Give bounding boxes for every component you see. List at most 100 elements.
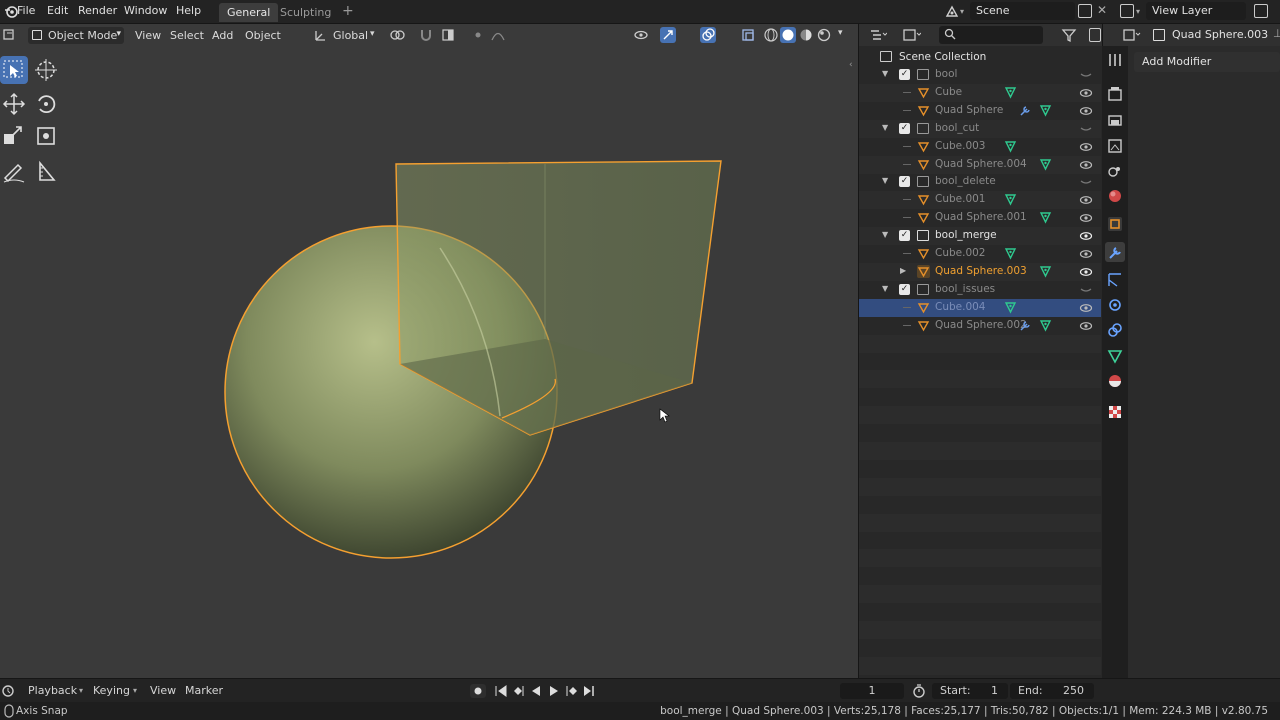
- menu-add[interactable]: Add: [207, 27, 238, 44]
- particles-tab-icon[interactable]: [1108, 273, 1121, 287]
- outliner-object-row[interactable]: Cube.004: [859, 298, 1101, 317]
- pin-icon[interactable]: ⊥: [1273, 27, 1280, 40]
- material-tab-icon[interactable]: [1109, 375, 1121, 387]
- play-icon[interactable]: [550, 686, 558, 696]
- object-mode-dropdown[interactable]: Object Mode ▾: [28, 27, 124, 44]
- snap-target-icon[interactable]: [440, 27, 456, 43]
- disclosure-open-icon[interactable]: ▼: [882, 69, 888, 78]
- menu-render[interactable]: Render: [78, 4, 117, 17]
- outliner-object-row[interactable]: ▶ Quad Sphere.003: [859, 262, 1101, 281]
- menu-window[interactable]: Window: [124, 4, 167, 17]
- tool-settings-tab-icon[interactable]: [1109, 54, 1121, 66]
- move-tool[interactable]: [0, 90, 28, 118]
- outliner-object-row[interactable]: Cube.002: [859, 245, 1101, 263]
- world-tab-icon[interactable]: [1109, 190, 1121, 202]
- mesh-data-icon[interactable]: [1039, 211, 1052, 227]
- mesh-data-icon[interactable]: [1004, 301, 1017, 317]
- menu-keying[interactable]: Keying: [93, 684, 130, 697]
- transform-tool[interactable]: [32, 122, 60, 150]
- disclosure-open-icon[interactable]: ▼: [882, 230, 888, 239]
- collection-checkbox[interactable]: ✓: [899, 230, 910, 242]
- next-keyframe-icon[interactable]: [566, 686, 577, 696]
- disclosure-open-icon[interactable]: ▼: [882, 123, 888, 132]
- scene-tab-icon[interactable]: [1108, 167, 1120, 177]
- menu-object[interactable]: Object: [240, 27, 286, 44]
- properties-editor-icon[interactable]: [1123, 28, 1141, 42]
- eye-icon[interactable]: [1079, 230, 1093, 245]
- eye-icon[interactable]: [1079, 302, 1093, 317]
- outliner-collection-row[interactable]: ▼ ✓ bool_delete: [859, 173, 1101, 191]
- menu-view[interactable]: View: [130, 27, 166, 44]
- annotate-tool[interactable]: [0, 158, 28, 186]
- outliner-object-row[interactable]: Cube.003: [859, 138, 1101, 156]
- eye-icon[interactable]: [1079, 141, 1093, 156]
- new-view-layer-icon[interactable]: [1254, 4, 1268, 18]
- mesh-data-icon[interactable]: [1039, 158, 1052, 174]
- current-frame-field[interactable]: 1: [840, 683, 904, 699]
- wrench-modifier-icon[interactable]: [1019, 104, 1032, 120]
- solid-shading-icon[interactable]: [780, 27, 796, 43]
- jump-start-icon[interactable]: [495, 685, 507, 697]
- object-data-tab-icon[interactable]: [1107, 350, 1123, 364]
- outliner-collection-row[interactable]: ▼ ✓ bool_cut: [859, 119, 1101, 138]
- view-layer-tab-icon[interactable]: [1108, 139, 1122, 153]
- filter-icon[interactable]: [1061, 27, 1079, 46]
- visibility-selectability-icon[interactable]: [633, 27, 649, 43]
- eye-icon[interactable]: [1079, 105, 1093, 120]
- menu-edit[interactable]: Edit: [47, 4, 68, 17]
- mesh-data-icon[interactable]: [1004, 86, 1017, 102]
- mesh-data-icon[interactable]: [1004, 193, 1017, 209]
- frame-end-field[interactable]: End: 250: [1010, 683, 1094, 699]
- editor-type-icon[interactable]: [2, 684, 16, 698]
- scene-name-field[interactable]: Scene: [970, 2, 1075, 20]
- gizmo-toggle-icon[interactable]: [660, 27, 676, 43]
- proportional-editing-icon[interactable]: [470, 27, 486, 43]
- physics-tab-icon[interactable]: [1109, 299, 1121, 311]
- eye-icon[interactable]: [1079, 320, 1093, 335]
- add-workspace-button[interactable]: +: [334, 3, 362, 22]
- outliner-search-input[interactable]: [939, 26, 1043, 44]
- outliner-object-row[interactable]: Cube.001: [859, 191, 1101, 210]
- new-collection-icon[interactable]: [1089, 28, 1101, 42]
- 3d-viewport[interactable]: Object Mode ▾ View Select Add Object Glo…: [0, 24, 858, 678]
- record-icon[interactable]: [470, 684, 486, 698]
- play-reverse-icon[interactable]: [532, 686, 540, 696]
- disclosure-open-icon[interactable]: ▼: [882, 284, 888, 293]
- snap-icon[interactable]: [418, 27, 434, 43]
- tab-general[interactable]: General: [219, 3, 279, 22]
- stopwatch-icon[interactable]: [912, 683, 926, 702]
- eye-closed-icon[interactable]: [1079, 284, 1093, 299]
- sidebar-toggle-icon[interactable]: ‹: [849, 60, 853, 70]
- disclosure-closed-icon[interactable]: ▶: [900, 266, 906, 275]
- collection-checkbox[interactable]: ✓: [899, 176, 910, 188]
- eye-icon[interactable]: [1079, 248, 1093, 263]
- cursor-tool[interactable]: [32, 56, 60, 84]
- outliner-object-row[interactable]: Quad Sphere.002: [859, 317, 1101, 335]
- add-modifier-button[interactable]: Add Modifier: [1134, 52, 1280, 72]
- eye-icon[interactable]: [1079, 159, 1093, 174]
- rotate-tool[interactable]: [32, 90, 60, 118]
- mesh-data-icon[interactable]: [1039, 265, 1052, 281]
- select-box-tool[interactable]: [0, 56, 28, 84]
- outliner-object-row[interactable]: Quad Sphere.004: [859, 155, 1101, 174]
- outliner-collection-row[interactable]: ▼ ✓ bool: [859, 66, 1101, 84]
- constraints-tab-icon[interactable]: [1108, 323, 1122, 337]
- render-tab-icon[interactable]: [1108, 87, 1122, 101]
- wireframe-shading-icon[interactable]: [763, 27, 779, 43]
- mesh-data-icon[interactable]: [1004, 247, 1017, 263]
- tab-sculpting[interactable]: Sculpting: [272, 3, 339, 22]
- output-tab-icon[interactable]: [1108, 115, 1122, 126]
- menu-file[interactable]: File: [17, 4, 35, 17]
- new-scene-icon[interactable]: [1078, 4, 1092, 18]
- disclosure-open-icon[interactable]: ▼: [882, 176, 888, 185]
- mesh-data-icon[interactable]: [1039, 104, 1052, 120]
- close-icon[interactable]: ✕: [1097, 3, 1107, 17]
- view-layer-field[interactable]: View Layer: [1146, 2, 1246, 20]
- wrench-modifier-icon[interactable]: [1019, 319, 1032, 335]
- modifier-tab-icon[interactable]: [1105, 242, 1125, 262]
- scene-collection-row[interactable]: Scene Collection: [859, 48, 1101, 66]
- frame-start-field[interactable]: Start: 1: [932, 683, 1008, 699]
- outliner-display-mode-icon[interactable]: [869, 28, 888, 42]
- outliner-collection-row[interactable]: ▼ ✓ bool_merge: [859, 227, 1101, 246]
- eye-closed-icon[interactable]: [1079, 176, 1093, 191]
